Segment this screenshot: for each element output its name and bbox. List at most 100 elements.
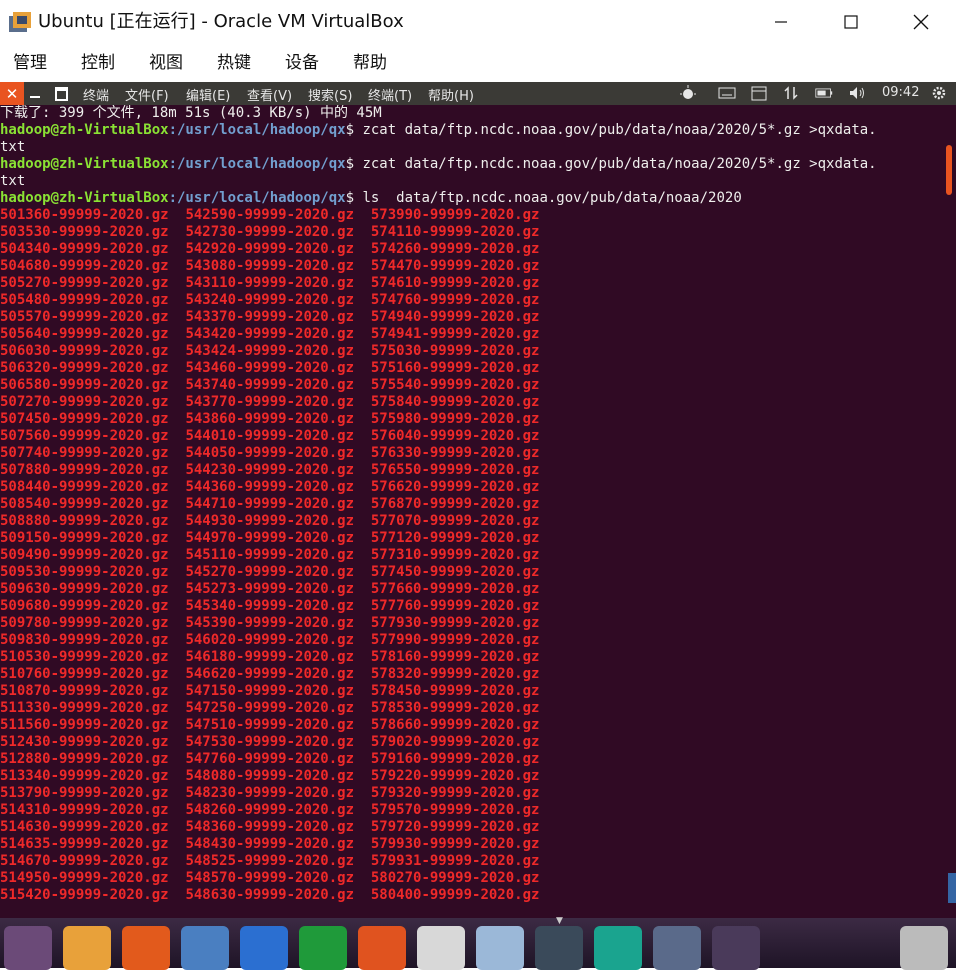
menu-file[interactable]: 文件(F) [125,85,169,104]
file-row: 514670-99999-2020.gz 548525-99999-2020.g… [0,853,539,870]
impress-icon[interactable] [358,926,406,970]
minimize-icon [775,21,787,23]
menu-manage[interactable]: 管理 [13,52,47,74]
file-name: 574941-99999-2020.gz [370,326,540,342]
battery-icon[interactable] [815,85,833,101]
file-name: 504680-99999-2020.gz [0,258,169,274]
menu-help[interactable]: 帮助(H) [428,85,474,104]
file-row: 510760-99999-2020.gz 546620-99999-2020.g… [0,666,539,683]
file-name: 543860-99999-2020.gz [185,411,355,427]
file-name: 544930-99999-2020.gz [185,513,355,529]
file-name: 544230-99999-2020.gz [185,462,355,478]
prompt-path: :/usr/local/hadoop/qx [168,190,346,206]
file-row: 507560-99999-2020.gz 544010-99999-2020.g… [0,428,539,445]
firefox-icon[interactable] [122,926,170,970]
terminal-output[interactable]: 下载了: 399 个文件, 18m 51s (40.3 KB/s) 中的 45M… [0,105,956,918]
ubuntu-dash-icon[interactable] [4,926,52,970]
file-row: 508540-99999-2020.gz 544710-99999-2020.g… [0,496,539,513]
clock[interactable]: 09:42 [882,85,919,100]
file-name: 546620-99999-2020.gz [185,666,355,682]
scrollbar-track[interactable] [944,125,954,905]
weather-icon[interactable] [679,85,697,101]
file-name: 579020-99999-2020.gz [370,734,540,750]
file-name: 511560-99999-2020.gz [0,717,169,733]
file-name: 578530-99999-2020.gz [370,700,540,716]
settings-gear-icon[interactable] [930,85,948,101]
workspace-switcher-icon[interactable] [653,926,701,970]
terminal-maximize-icon[interactable] [55,87,68,101]
writer-icon[interactable] [240,926,288,970]
prompt-line: hadoop@zh-VirtualBox:/usr/local/hadoop/q… [0,156,877,173]
app-title: 终端 [83,89,110,104]
close-icon [913,14,929,30]
file-row: 509490-99999-2020.gz 545110-99999-2020.g… [0,547,539,564]
file-name: 508540-99999-2020.gz [0,496,169,512]
network-icon[interactable] [782,85,800,101]
keyboard-icon[interactable] [718,85,736,101]
maximize-icon [844,15,858,29]
menu-edit[interactable]: 编辑(E) [186,85,230,104]
file-name: 578450-99999-2020.gz [370,683,540,699]
scrollbar-thumb[interactable] [946,145,952,195]
file-name: 547510-99999-2020.gz [185,717,355,733]
file-name: 577930-99999-2020.gz [370,615,540,631]
menu-terminal[interactable]: 终端(T) [368,85,412,104]
menu-search[interactable]: 搜索(S) [308,85,352,104]
file-name: 545273-99999-2020.gz [185,581,355,597]
close-icon: ✕ [5,84,19,103]
file-name: 575840-99999-2020.gz [370,394,540,410]
maximize-button[interactable] [816,0,886,44]
update-manager-icon[interactable] [476,926,524,970]
file-name: 504340-99999-2020.gz [0,241,169,257]
terminal-icon[interactable] [535,926,583,970]
file-row: 509630-99999-2020.gz 545273-99999-2020.g… [0,581,539,598]
menu-devices[interactable]: 设备 [285,52,319,74]
chromium-icon[interactable] [181,926,229,970]
trash-icon[interactable] [900,926,948,970]
file-name: 574940-99999-2020.gz [370,309,540,325]
minimize-button[interactable] [746,0,816,44]
close-button[interactable] [886,0,956,44]
prompt-user: hadoop@zh-VirtualBox [0,156,169,172]
file-name: 576550-99999-2020.gz [370,462,540,478]
file-name: 574110-99999-2020.gz [370,224,540,240]
file-name: 548430-99999-2020.gz [185,836,355,852]
file-name: 512430-99999-2020.gz [0,734,169,750]
file-name: 544710-99999-2020.gz [185,496,355,512]
menu-control[interactable]: 控制 [81,52,115,74]
file-name: 548525-99999-2020.gz [185,853,355,869]
menu-view[interactable]: 视图 [149,52,183,74]
file-row: 511560-99999-2020.gz 547510-99999-2020.g… [0,717,539,734]
calendar-icon[interactable] [750,85,768,101]
system-icon[interactable] [594,926,642,970]
file-name: 543740-99999-2020.gz [185,377,355,393]
command-text: $ zcat data/ftp.ncdc.noaa.gov/pub/data/n… [345,122,877,138]
file-name: 510760-99999-2020.gz [0,666,169,682]
file-name: 509490-99999-2020.gz [0,547,169,563]
scroll-position-marker [948,873,956,903]
calc-icon[interactable] [299,926,347,970]
file-row: 514630-99999-2020.gz 548360-99999-2020.g… [0,819,539,836]
file-name: 544970-99999-2020.gz [185,530,355,546]
menu-hotkeys[interactable]: 热键 [217,52,251,74]
prompt-user: hadoop@zh-VirtualBox [0,190,169,206]
file-name: 507560-99999-2020.gz [0,428,169,444]
software-center-icon[interactable] [417,926,465,970]
file-row: 503530-99999-2020.gz 542730-99999-2020.g… [0,224,539,241]
file-name: 509530-99999-2020.gz [0,564,169,580]
file-name: 578160-99999-2020.gz [370,649,540,665]
files-folder-icon[interactable] [63,926,111,970]
file-name: 543420-99999-2020.gz [185,326,355,342]
vbox-menubar: 管理 控制 视图 热键 设备 帮助 [0,44,956,82]
file-name: 547150-99999-2020.gz [185,683,355,699]
file-name: 542730-99999-2020.gz [185,224,355,240]
file-name: 575540-99999-2020.gz [370,377,540,393]
terminal-minimize-icon[interactable] [30,96,40,98]
menu-view[interactable]: 查看(V) [247,85,292,104]
dvd-icon[interactable] [712,926,760,970]
menu-help[interactable]: 帮助 [353,52,387,74]
file-name: 579720-99999-2020.gz [370,819,540,835]
file-name: 514310-99999-2020.gz [0,802,169,818]
terminal-close-button[interactable]: ✕ [0,82,24,105]
volume-icon[interactable] [849,85,867,101]
